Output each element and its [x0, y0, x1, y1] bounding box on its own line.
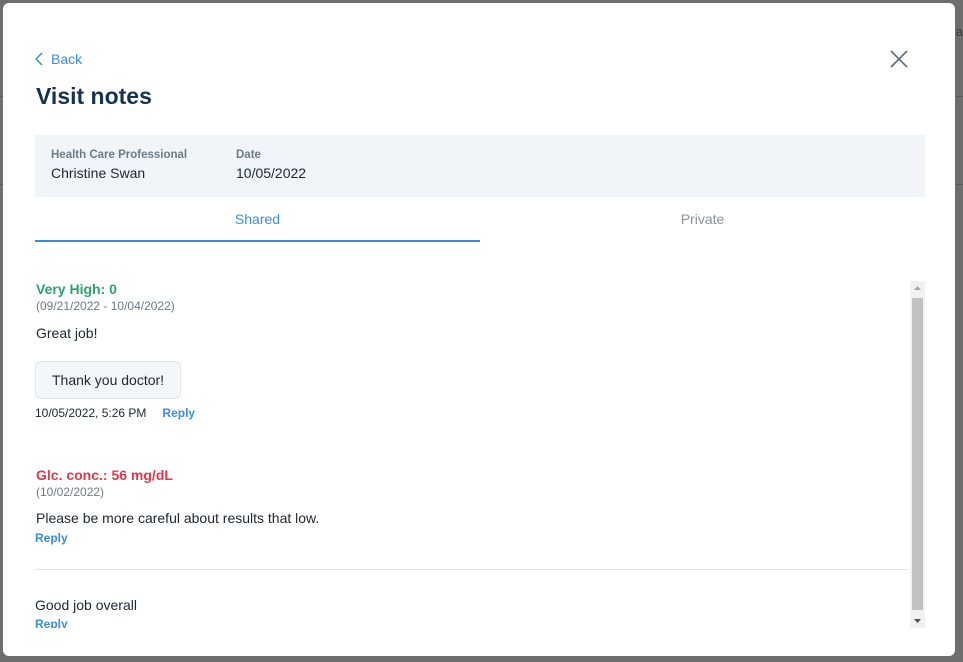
tab-shared[interactable]: Shared	[35, 209, 480, 242]
tab-private[interactable]: Private	[480, 209, 925, 242]
date-value: 10/05/2022	[236, 165, 307, 181]
hcp-value: Christine Swan	[51, 165, 146, 181]
note-title: Very High: 0	[36, 281, 117, 297]
reply-message: Thank you doctor!	[35, 361, 182, 399]
hcp-label: Health Care Professional	[51, 149, 188, 161]
note-title: Glc. conc.: 56 mg/dL	[36, 467, 173, 483]
scroll-up-arrow-icon[interactable]	[910, 281, 925, 296]
visit-notes-modal: Back Visit notes Health Care Professiona…	[3, 3, 955, 656]
reply-link[interactable]: Reply	[35, 617, 68, 628]
reply-link[interactable]: Reply	[35, 531, 68, 545]
notes-list: Very High: 0 (09/21/2022 - 10/04/2022) G…	[35, 281, 925, 628]
note-date-range: (10/02/2022)	[36, 485, 105, 499]
notes-tabs: Shared Private	[35, 209, 925, 242]
note-meta: 10/05/2022, 5:26 PM Reply	[35, 406, 195, 420]
notes-scrollbar[interactable]	[910, 281, 925, 628]
date-label: Date	[236, 149, 261, 161]
page-title: Visit notes	[36, 83, 152, 109]
scrollbar-thumb[interactable]	[912, 298, 923, 610]
chevron-left-icon	[35, 52, 43, 66]
note-date-range: (09/21/2022 - 10/04/2022)	[36, 299, 175, 313]
note-item: Glc. conc.: 56 mg/dL (10/02/2022)	[36, 467, 173, 499]
note-item: Very High: 0 (09/21/2022 - 10/04/2022)	[36, 281, 175, 313]
note-body: Good job overall	[35, 597, 137, 613]
scroll-down-arrow-icon[interactable]	[910, 613, 925, 628]
note-timestamp: 10/05/2022, 5:26 PM	[35, 406, 147, 420]
divider	[35, 569, 908, 570]
note-body: Great job!	[36, 325, 98, 341]
note-body: Please be more careful about results tha…	[36, 510, 320, 526]
close-icon[interactable]	[889, 49, 909, 69]
visit-info-panel: Health Care Professional Christine Swan …	[35, 135, 925, 197]
date-field: Date 10/05/2022	[236, 149, 306, 181]
back-link[interactable]: Back	[35, 51, 82, 67]
back-label: Back	[51, 51, 83, 67]
hcp-field: Health Care Professional Christine Swan	[51, 149, 187, 181]
reply-link[interactable]: Reply	[162, 406, 195, 420]
